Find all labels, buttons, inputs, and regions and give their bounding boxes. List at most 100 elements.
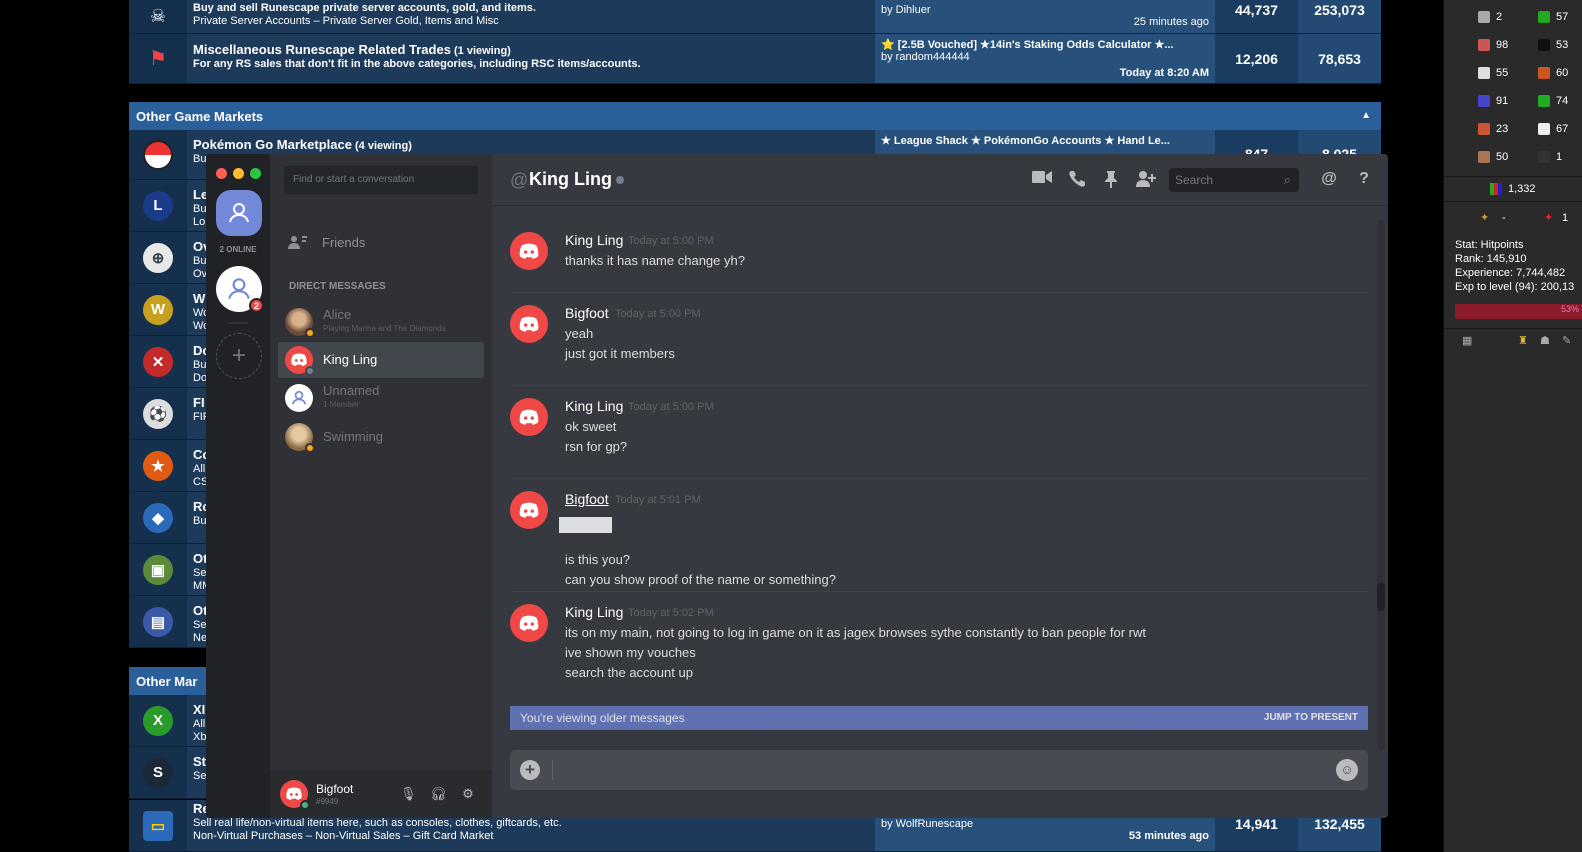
author-avatar[interactable] <box>510 305 548 343</box>
forum-row-title[interactable]: W <box>193 291 205 306</box>
skill-level[interactable]: 60 <box>1538 67 1568 79</box>
author-avatar[interactable] <box>510 604 548 642</box>
skill-value: 23 <box>1496 123 1509 135</box>
skill-level[interactable]: 2 <box>1478 11 1502 23</box>
settings-gear-icon[interactable]: ⚙ <box>460 786 476 802</box>
last-post[interactable]: ⭐ [2.5B Vouched] ★14in's Staking Odds Ca… <box>875 34 1215 83</box>
last-post-author[interactable]: by random444444 <box>881 51 1209 63</box>
skill-level[interactable]: 53 <box>1538 39 1568 51</box>
forum-row-title[interactable]: FI <box>193 395 205 410</box>
message-group[interactable]: King Ling Today at 5:02 PM its on my main,… <box>510 592 1368 710</box>
message-group[interactable]: King Ling Today at 5:00 PM ok sweet rsn for… <box>510 386 1368 479</box>
mentions-icon[interactable]: @ <box>1319 170 1339 190</box>
last-post-author[interactable]: by Dihluer <box>881 4 1209 16</box>
game-logo: ✕ <box>143 346 173 377</box>
helmet-icon[interactable]: ☗ <box>1540 334 1550 347</box>
message-group[interactable]: Bigfoot Today at 5:01 PM is this you? can y… <box>510 479 1368 592</box>
forum-row-misc-runescape[interactable]: ⚑ Miscellaneous Runescape Related Trades… <box>129 34 1381 84</box>
dm-item-swimming[interactable]: Swimming <box>278 419 484 455</box>
message-author[interactable]: King Ling <box>565 604 623 620</box>
pin-icon[interactable] <box>1101 170 1121 190</box>
message-author[interactable]: King Ling <box>565 232 623 248</box>
skill-level[interactable]: 91 <box>1478 95 1508 107</box>
home-button[interactable] <box>216 190 262 236</box>
find-conversation-input[interactable]: Find or start a conversation <box>284 166 478 194</box>
friends-nav-item[interactable]: Friends <box>288 234 365 250</box>
add-friend-icon[interactable] <box>1136 170 1156 190</box>
search-input[interactable]: Search ⌕ <box>1169 168 1299 192</box>
minimize-window-button[interactable] <box>233 168 244 179</box>
last-post-title[interactable]: ★ League Shack ★ PokémonGo Accounts ★ Ha… <box>881 134 1209 147</box>
discord-logo-icon <box>286 787 302 800</box>
user-avatar[interactable] <box>280 780 310 810</box>
trophy-icon[interactable]: ♜ <box>1518 334 1528 347</box>
forum-row-desc: All <box>193 718 206 730</box>
message-composer[interactable]: + ☺ <box>510 750 1368 790</box>
forum-row-title[interactable]: Pokémon Go Marketplace <box>193 137 352 152</box>
skill-level[interactable]: 98 <box>1478 39 1508 51</box>
collapse-icon[interactable]: ▲ <box>1361 110 1371 121</box>
scrollbar-thumb[interactable] <box>1377 583 1385 611</box>
message-author[interactable]: Bigfoot <box>565 491 609 507</box>
last-post[interactable]: by Dihluer 25 minutes ago <box>875 0 1215 33</box>
skill-level[interactable]: 55 <box>1478 67 1508 79</box>
maximize-window-button[interactable] <box>250 168 261 179</box>
dm-item-king-ling[interactable]: King Ling <box>278 342 484 378</box>
upload-plus-icon[interactable]: + <box>520 760 540 780</box>
game-logo-icon: X <box>129 695 187 746</box>
scrollbar[interactable] <box>1377 220 1385 750</box>
last-post-title[interactable]: ⭐ [2.5B Vouched] ★14in's Staking Odds Ca… <box>881 38 1209 51</box>
online-count: 2 ONLINE <box>219 245 257 254</box>
message-timestamp: Today at 5:01 PM <box>615 494 701 506</box>
avatar <box>285 308 315 338</box>
forum-row-title[interactable]: Miscellaneous Runescape Related Trades <box>193 42 451 57</box>
author-avatar[interactable] <box>510 398 548 436</box>
add-server-button[interactable]: + <box>216 333 262 379</box>
skill-value: 50 <box>1496 151 1509 163</box>
avatar <box>285 346 315 376</box>
calculator-icon[interactable]: ▦ <box>1462 334 1472 347</box>
viewing-count: (1 viewing) <box>454 45 511 57</box>
skill-level[interactable]: 23 <box>1478 123 1508 135</box>
total-level: 1,332 <box>1508 183 1536 195</box>
close-window-button[interactable] <box>216 168 227 179</box>
dm-header: DIRECT MESSAGES <box>289 281 386 292</box>
dm-sidebar: Find or start a conversation Friends DIR… <box>270 154 492 818</box>
help-icon[interactable]: ? <box>1354 170 1374 190</box>
emoji-picker-icon[interactable]: ☺ <box>1336 759 1358 781</box>
forum-row-title[interactable]: XI <box>193 702 205 717</box>
voice-call-icon[interactable] <box>1067 170 1087 190</box>
notes-icon[interactable]: ✎ <box>1562 334 1571 347</box>
forum-row-title[interactable]: St <box>193 754 206 769</box>
skill-level[interactable]: 74 <box>1538 95 1568 107</box>
last-post-author[interactable]: by WolfRunescape <box>881 818 1209 830</box>
dm-item-unnamed[interactable]: Unnamed 1 Member <box>278 380 484 416</box>
author-avatar[interactable] <box>510 491 548 529</box>
jump-to-present-button[interactable]: JUMP TO PRESENT <box>1264 712 1358 723</box>
discord-logo-icon <box>519 243 539 259</box>
microphone-icon[interactable]: 🎙︎ <box>400 786 417 802</box>
forum-row-desc: Sell real life/non-virtual items here, s… <box>193 817 562 829</box>
message-author[interactable]: Bigfoot <box>565 305 609 321</box>
skill-value: 74 <box>1556 95 1569 107</box>
headphones-icon[interactable]: 🎧︎ <box>430 786 447 802</box>
forum-row-private-server[interactable]: ☠ Buy and sell Runescape private server … <box>129 0 1381 34</box>
skill-level[interactable]: 1 <box>1538 151 1562 163</box>
quest-icon: ✦ <box>1480 212 1490 224</box>
category-header[interactable]: Other Game Markets ▲ <box>129 102 1381 130</box>
author-avatar[interactable] <box>510 232 548 270</box>
video-call-icon[interactable] <box>1032 170 1052 190</box>
message-group[interactable]: King Ling Today at 5:00 PM thanks it has n… <box>510 220 1368 293</box>
discord-logo-icon <box>519 615 539 631</box>
skill-level[interactable]: 67 <box>1538 123 1568 135</box>
message-group[interactable]: Bigfoot Today at 5:00 PM yeah just got it m… <box>510 293 1368 386</box>
game-logo-icon: ▣ <box>129 544 187 595</box>
message-author[interactable]: King Ling <box>565 398 623 414</box>
dm-item-alice[interactable]: Alice Playing Marina and The Diamonds <box>278 304 484 340</box>
skill-level[interactable]: 50 <box>1478 151 1508 163</box>
user-discriminator: #9949 <box>316 797 339 806</box>
skill-icon <box>1538 67 1550 79</box>
status-idle-dot <box>305 443 315 453</box>
message-timestamp: Today at 5:00 PM <box>628 401 714 413</box>
skill-level[interactable]: 57 <box>1538 11 1568 23</box>
